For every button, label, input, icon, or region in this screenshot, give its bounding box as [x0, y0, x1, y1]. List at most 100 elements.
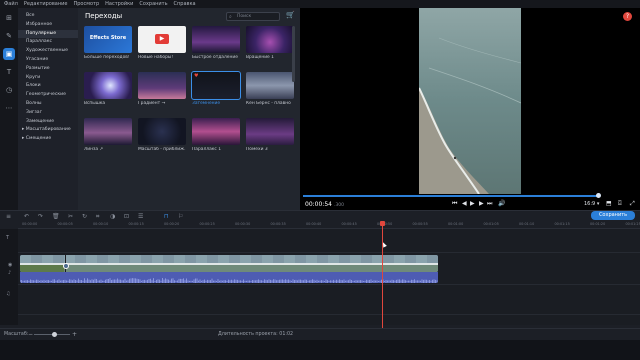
- mute-icon[interactable]: ♪: [8, 270, 11, 276]
- zoom-knob[interactable]: [52, 332, 57, 337]
- visibility-icon[interactable]: ◉: [8, 262, 12, 268]
- category-item[interactable]: Геометрические: [18, 91, 78, 100]
- list-icon[interactable]: ☰: [138, 213, 143, 220]
- titles-icon[interactable]: T: [3, 66, 15, 78]
- category-item[interactable]: Популярные: [18, 29, 78, 39]
- next-frame-icon[interactable]: ▶: [479, 200, 484, 207]
- import-icon[interactable]: ⊞: [3, 12, 15, 24]
- title-track-icon[interactable]: T: [6, 235, 9, 241]
- transition-tile[interactable]: Линза ↗: [84, 118, 132, 156]
- transition-tile[interactable]: ▶ Новые наборы!: [138, 26, 186, 64]
- cart-icon[interactable]: 🛒: [286, 11, 295, 19]
- color-icon[interactable]: ◑: [110, 213, 115, 220]
- rotate-icon[interactable]: ↻: [82, 213, 87, 220]
- insert-icon[interactable]: ⊡: [124, 213, 129, 220]
- transition-marker[interactable]: [63, 263, 69, 269]
- prev-frame-icon[interactable]: ◀: [462, 200, 467, 207]
- popout-icon[interactable]: ⬒: [606, 200, 612, 207]
- clock-icon[interactable]: ◷: [3, 84, 15, 96]
- redo-icon[interactable]: ↷: [38, 213, 43, 220]
- camera-icon[interactable]: ⌼: [618, 200, 622, 208]
- transition-thumbnail: [192, 118, 240, 145]
- category-item[interactable]: Круги: [18, 74, 78, 83]
- ruler-tick-label: 00:00:45: [341, 222, 357, 226]
- menu-item[interactable]: Файл: [4, 0, 18, 8]
- transition-tile[interactable]: Помехи 3: [246, 118, 294, 156]
- cut-icon[interactable]: ✂: [68, 213, 73, 220]
- export-button[interactable]: Сохранить: [591, 211, 635, 220]
- playhead-handle[interactable]: [380, 221, 385, 226]
- category-item[interactable]: Избранное: [18, 21, 78, 30]
- undo-icon[interactable]: ↶: [24, 213, 29, 220]
- category-item[interactable]: Зигзаг: [18, 109, 78, 118]
- pin-icon[interactable]: ✎: [3, 30, 15, 42]
- playback-progress[interactable]: [303, 193, 601, 198]
- transition-tile[interactable]: Быстрое отдаление: [192, 26, 240, 64]
- video-clip[interactable]: [20, 255, 438, 272]
- magnet-icon[interactable]: ⊓: [164, 213, 169, 220]
- category-item[interactable]: Замещение: [18, 118, 78, 127]
- transition-tile[interactable]: ♥ Затемнение: [191, 71, 241, 110]
- zoom-out-icon[interactable]: −: [28, 331, 33, 338]
- favorite-icon[interactable]: ♥: [194, 73, 198, 79]
- fullscreen-icon[interactable]: ⤢: [630, 200, 635, 208]
- category-item[interactable]: Размытие: [18, 65, 78, 74]
- menu-item[interactable]: Сохранить: [139, 0, 167, 8]
- category-item[interactable]: Блоки: [18, 82, 78, 91]
- volume-icon[interactable]: 🔊: [498, 200, 505, 207]
- menu-item[interactable]: Просмотр: [73, 0, 99, 8]
- transition-tile[interactable]: Effects Store Больше переходов!: [84, 26, 132, 64]
- add-track-icon[interactable]: ≡: [6, 213, 11, 220]
- transition-tile[interactable]: Градиент →: [138, 72, 186, 110]
- zoom-slider[interactable]: [34, 332, 70, 337]
- ruler-tick-label: 00:00:25: [199, 222, 215, 226]
- skip-end-icon[interactable]: ⏭: [487, 200, 492, 208]
- transition-tile[interactable]: Вспышка: [84, 72, 132, 110]
- marker-icon[interactable]: ⚐: [178, 213, 183, 220]
- help-icon[interactable]: ?: [623, 12, 632, 21]
- menu-item[interactable]: Редактирование: [24, 0, 68, 8]
- crop-icon[interactable]: ⌗: [96, 213, 99, 221]
- aspect-select[interactable]: 16:9 ▾: [584, 201, 599, 207]
- category-item[interactable]: Волны: [18, 100, 78, 109]
- title-track[interactable]: [18, 229, 640, 253]
- timeline-ruler[interactable]: 00:00:00 00:00:05 00:00:10 00:00:15 00:00:20…: [18, 221, 640, 229]
- ruler-tick-label: 00:00:10: [93, 222, 109, 226]
- transition-tile[interactable]: Кен Бернс - плавно: [246, 72, 294, 110]
- transition-thumbnail: [192, 26, 240, 53]
- zoom-in-icon[interactable]: +: [72, 331, 77, 338]
- ruler-tick-label: 00:00:15: [128, 222, 144, 226]
- ruler-tick-label: 00:00:00: [22, 222, 38, 226]
- search-icon: ⌕: [229, 14, 232, 20]
- category-list: Все Избранное Популярные Параллакс Художеств…: [18, 8, 78, 210]
- category-item[interactable]: ▸ Масштабирование: [18, 126, 78, 135]
- audio-waveform[interactable]: [20, 272, 438, 283]
- playhead[interactable]: [380, 221, 385, 328]
- music-track-icon[interactable]: ♫: [6, 291, 10, 297]
- search-input[interactable]: ⌕ Поиск: [226, 12, 280, 21]
- delete-icon[interactable]: 🗑: [52, 213, 60, 220]
- panel-scrollbar[interactable]: [292, 26, 295, 82]
- transition-label: Новые наборы!: [138, 55, 174, 60]
- category-item[interactable]: ▸ Смещение: [18, 135, 78, 144]
- transition-thumbnail: [246, 26, 294, 53]
- more-icon[interactable]: ⋯: [3, 102, 15, 114]
- ruler-tick-label: 00:01:25: [625, 222, 640, 226]
- menu-item[interactable]: Справка: [174, 0, 196, 8]
- panel-title: Переходы: [85, 12, 123, 20]
- transition-thumbnail: [138, 118, 186, 145]
- transition-tile[interactable]: Параллакс 1: [192, 118, 240, 156]
- category-item[interactable]: Все: [18, 12, 78, 21]
- audio-track[interactable]: [18, 285, 640, 315]
- transition-tile[interactable]: Вращение 1: [246, 26, 294, 64]
- menu-item[interactable]: Настройки: [105, 0, 133, 8]
- transition-tile[interactable]: Масштаб - приближ.: [138, 118, 186, 156]
- category-item[interactable]: Угасание: [18, 56, 78, 65]
- category-item[interactable]: Параллакс: [18, 38, 78, 47]
- skip-start-icon[interactable]: ⏮: [452, 200, 457, 208]
- play-icon[interactable]: ▶: [470, 200, 475, 207]
- track-headers: T ◉ ♪ ♫: [0, 229, 18, 325]
- category-item[interactable]: Художественные: [18, 47, 78, 56]
- transitions-icon[interactable]: ▣: [3, 48, 15, 60]
- transition-label: Вспышка: [84, 101, 106, 106]
